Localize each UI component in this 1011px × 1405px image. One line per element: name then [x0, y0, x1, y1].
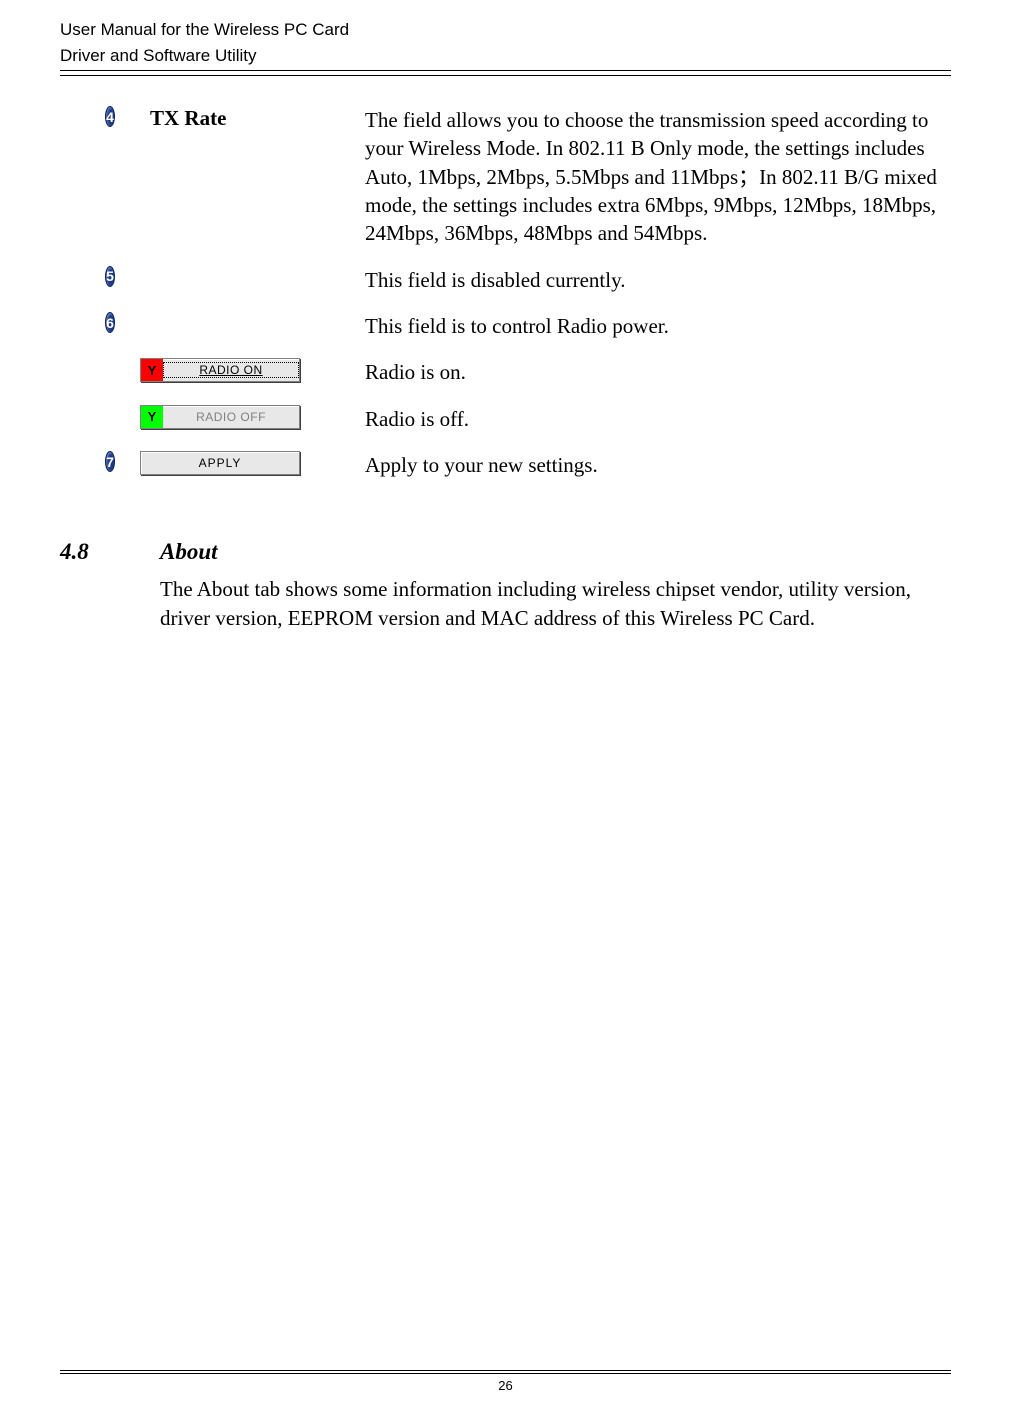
desc-radio-off: Radio is off. [365, 405, 951, 433]
item-row-radio-on: Y RADIO ON Radio is on. [60, 358, 951, 386]
page-header: User Manual for the Wireless PC Card Dri… [60, 0, 951, 76]
page-number: 26 [60, 1378, 951, 1393]
item-row-radio-off: Y RADIO OFF Radio is off. [60, 405, 951, 433]
bullet-5-icon: 5 [105, 266, 115, 287]
content-area: 4 TX Rate The field allows you to choose… [60, 76, 951, 632]
desc-radio-power: This field is to control Radio power. [365, 312, 951, 340]
antenna-icon-green: Y [141, 406, 163, 428]
header-title-line1: User Manual for the Wireless PC Card [60, 20, 951, 40]
radio-off-button-label: RADIO OFF [163, 410, 299, 424]
item-row-6: 6 This field is to control Radio power. [60, 312, 951, 340]
header-title-line2: Driver and Software Utility [60, 46, 951, 71]
radio-on-button[interactable]: Y RADIO ON [140, 358, 300, 382]
section-body-about: The About tab shows some information inc… [60, 575, 951, 632]
desc-tx-rate: The field allows you to choose the trans… [365, 106, 951, 248]
antenna-icon-red: Y [141, 359, 163, 381]
page-footer: 26 [60, 1370, 951, 1393]
apply-button[interactable]: APPLY [140, 451, 300, 475]
item-row-4: 4 TX Rate The field allows you to choose… [60, 106, 951, 248]
item-row-5: 5 This field is disabled currently. [60, 266, 951, 294]
bullet-6-icon: 6 [105, 312, 115, 333]
section-title: About [160, 539, 218, 565]
desc-radio-on: Radio is on. [365, 358, 951, 386]
desc-field-disabled: This field is disabled currently. [365, 266, 951, 294]
section-number: 4.8 [60, 539, 160, 565]
label-tx-rate: TX Rate [110, 106, 365, 131]
apply-button-label: APPLY [141, 456, 299, 470]
item-row-7: 7 APPLY Apply to your new settings. [60, 451, 951, 479]
radio-off-button[interactable]: Y RADIO OFF [140, 405, 300, 429]
desc-apply: Apply to your new settings. [365, 451, 951, 479]
radio-on-button-label: RADIO ON [163, 362, 299, 378]
section-heading-about: 4.8 About [60, 539, 951, 565]
